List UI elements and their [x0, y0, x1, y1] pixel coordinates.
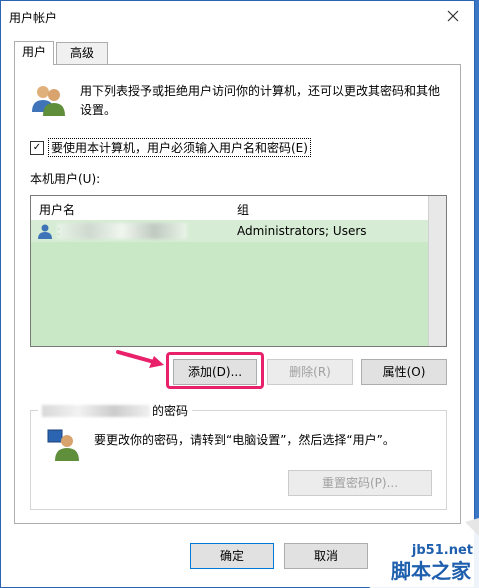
add-button[interactable]: 添加(D)...	[173, 359, 257, 385]
user-icon	[38, 224, 52, 239]
watermark: jb51.net 脚本之家	[369, 518, 479, 588]
watermark-text: 脚本之家	[391, 559, 471, 583]
column-header-group[interactable]: 组	[237, 201, 249, 218]
remove-button[interactable]: 删除(R)	[267, 359, 353, 385]
password-description: 要更改你的密码，请转到“电脑设置”，然后选择“用户”。	[94, 433, 395, 447]
pointer-arrow-icon	[116, 350, 164, 368]
list-scrollbar[interactable]	[428, 196, 446, 346]
list-header: 用户名 组	[31, 196, 446, 221]
cancel-button[interactable]: 取消	[284, 543, 368, 569]
require-login-checkbox-row[interactable]: ✓ 要使用本计算机，用户必须输入用户名和密码(E)	[30, 138, 311, 157]
user-monitor-icon	[47, 429, 79, 461]
password-group-title-text: 的密码	[152, 404, 189, 418]
require-login-label: 要使用本计算机，用户必须输入用户名和密码(E)	[48, 138, 311, 157]
users-list[interactable]: 用户名 组 : Administrators; Users	[30, 195, 447, 347]
tab-advanced[interactable]: 高级	[56, 42, 108, 64]
column-header-username[interactable]: 用户名	[39, 201, 75, 218]
local-users-label: 本机用户(U):	[30, 172, 101, 186]
row-group: Administrators; Users	[237, 224, 367, 238]
password-group-title: 的密码	[38, 402, 193, 419]
close-icon[interactable]	[442, 5, 464, 27]
tab-strip: 用户 高级	[14, 41, 464, 65]
tab-users[interactable]: 用户	[14, 41, 54, 65]
require-login-checkbox[interactable]: ✓	[30, 140, 44, 155]
reset-password-button[interactable]: 重置密码(P)...	[288, 470, 432, 496]
blurred-account-name	[42, 404, 150, 417]
table-row[interactable]: : Administrators; Users	[31, 220, 446, 242]
properties-button[interactable]: 属性(O)	[361, 359, 447, 385]
title-bar: 用户帐户	[1, 1, 474, 31]
users-group-icon	[32, 86, 65, 116]
blurred-username	[57, 223, 187, 239]
page-description: 用下列表授予或拒绝用户访问你的计算机，还可以更改其密码和其他设置。	[80, 84, 441, 117]
window-title: 用户帐户	[9, 11, 58, 25]
ok-button[interactable]: 确定	[190, 543, 274, 569]
